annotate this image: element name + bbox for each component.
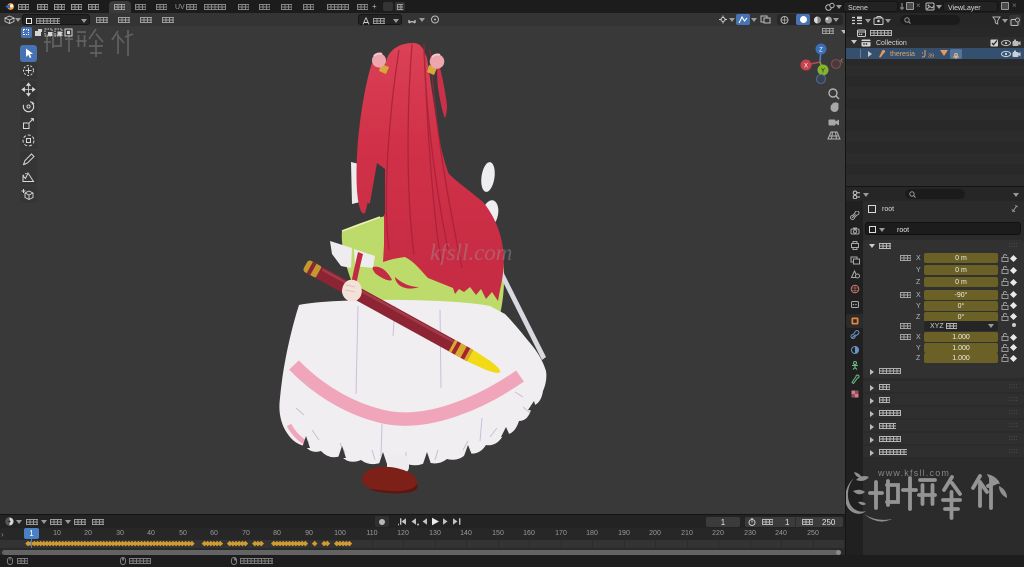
svg-text:X: X: [804, 64, 808, 70]
svg-text:Y: Y: [821, 69, 825, 75]
svg-text:Z: Z: [819, 48, 823, 54]
svg-text:39: 39: [928, 54, 934, 59]
